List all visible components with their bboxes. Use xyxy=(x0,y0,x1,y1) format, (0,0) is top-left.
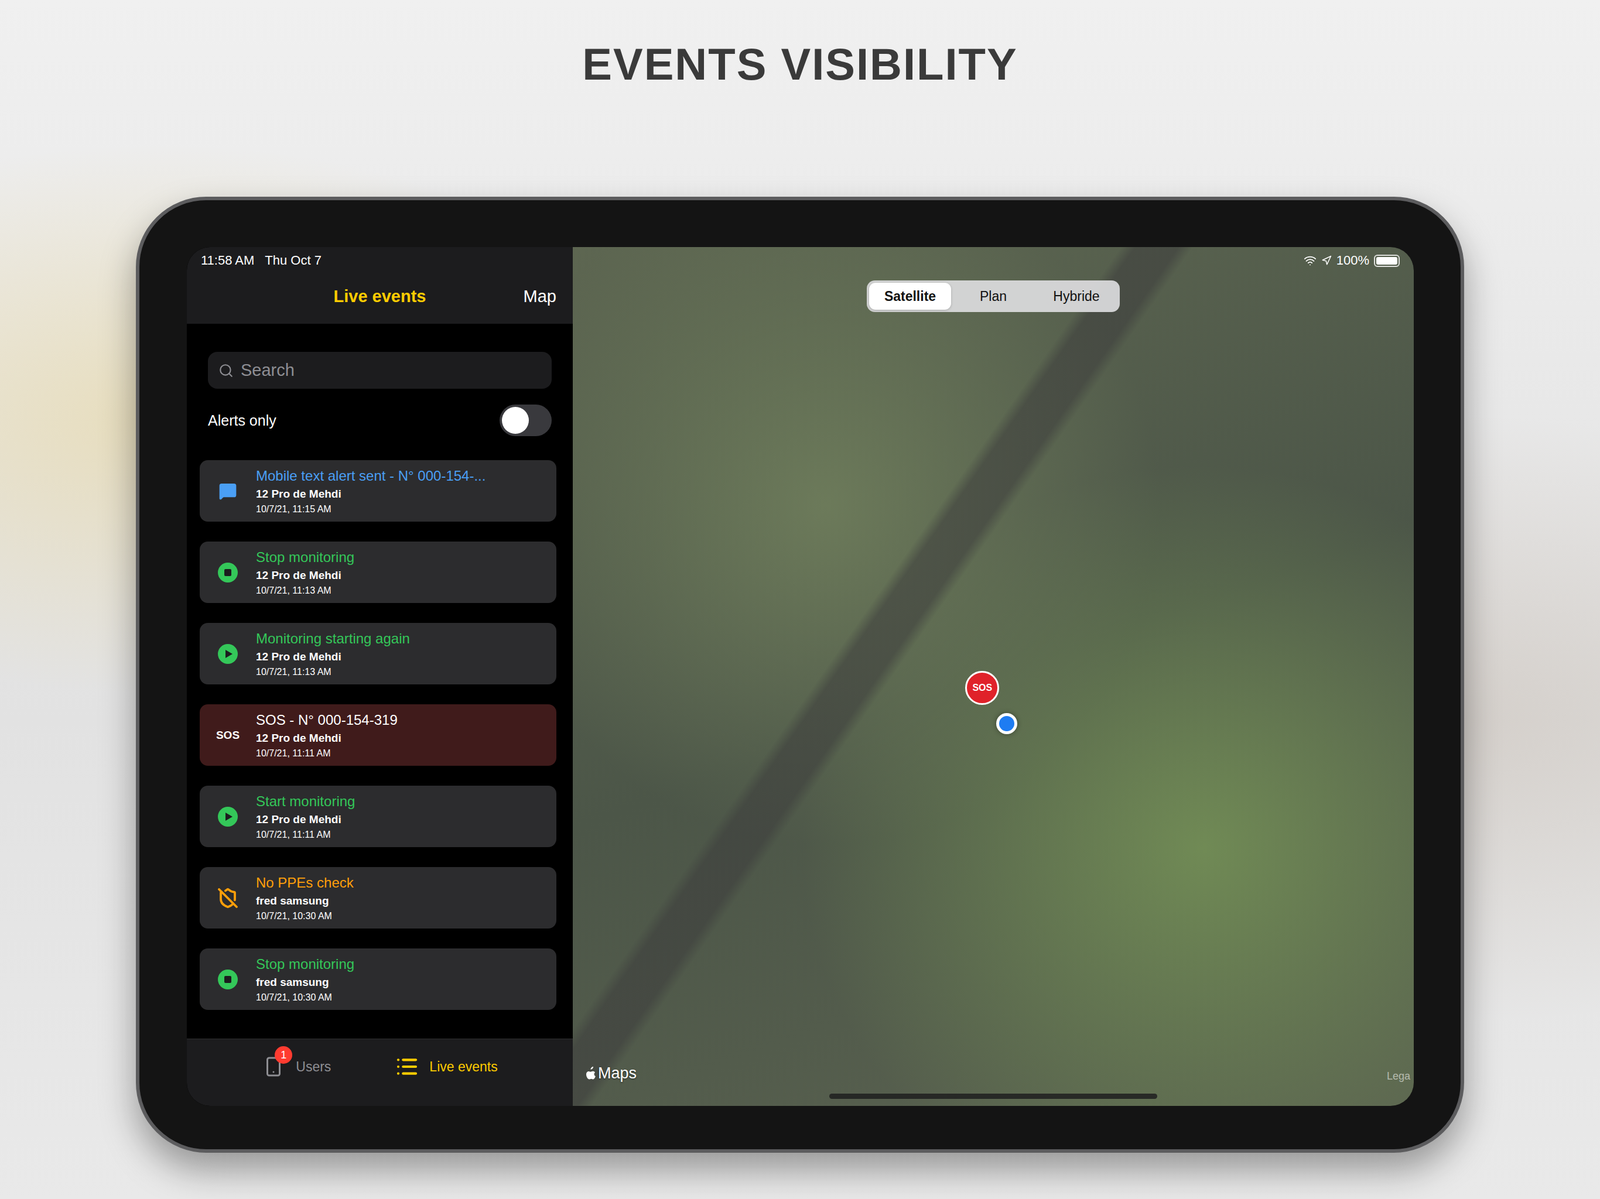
event-time: 10/7/21, 11:13 AM xyxy=(255,667,550,678)
search-section: Search Alerts only xyxy=(186,323,573,439)
event-icon-cell xyxy=(199,562,256,584)
tab-bar: 1UsersLive events xyxy=(186,1038,573,1107)
filter-row: Alerts only xyxy=(207,402,552,439)
maps-logo: Maps xyxy=(584,1064,637,1083)
event-user: 12 Pro de Mehdi xyxy=(255,569,550,583)
tab-icon-wrap xyxy=(395,1054,419,1080)
map-type-segment[interactable]: Hybride xyxy=(1035,282,1118,310)
event-time: 10/7/21, 10:30 AM xyxy=(255,911,550,922)
home-indicator xyxy=(829,1093,1158,1100)
wifi-icon xyxy=(1303,254,1317,268)
ppe-off-icon xyxy=(217,887,239,909)
status-time: 11:58 AM xyxy=(200,253,255,270)
event-card[interactable]: Monitoring starting again 12 Pro de Mehdi… xyxy=(199,623,557,685)
event-time: 10/7/21, 11:15 AM xyxy=(255,504,550,515)
event-body: Stop monitoring fred samsung 10/7/21, 10:3… xyxy=(255,956,550,1004)
search-icon xyxy=(218,363,234,379)
message-icon xyxy=(218,481,238,501)
tab-item[interactable]: Live events xyxy=(395,1054,498,1080)
event-icon-cell xyxy=(199,887,256,909)
event-list: Mobile text alert sent - N° 000-154-... 1… xyxy=(186,438,573,1039)
event-card[interactable]: Start monitoring 12 Pro de Mehdi 10/7/21, … xyxy=(199,785,557,848)
map-button[interactable]: Map xyxy=(523,286,557,307)
event-card[interactable]: SOS SOS - N° 000-154-319 12 Pro de Mehdi 10… xyxy=(199,704,557,767)
event-body: Monitoring starting again 12 Pro de Mehdi… xyxy=(255,630,550,678)
event-title: Monitoring starting again xyxy=(255,630,550,648)
event-user: 12 Pro de Mehdi xyxy=(255,732,550,745)
event-icon-cell xyxy=(199,969,256,991)
event-title: Stop monitoring xyxy=(255,956,550,973)
event-title: Start monitoring xyxy=(255,793,550,810)
search-placeholder: Search xyxy=(240,360,295,381)
event-time: 10/7/21, 11:11 AM xyxy=(255,748,550,760)
battery-text: 100% xyxy=(1336,253,1370,269)
event-card[interactable]: No PPEs check fred samsung 10/7/21, 10:30 … xyxy=(199,867,557,929)
event-card[interactable]: Mobile text alert sent - N° 000-154-... 1… xyxy=(199,460,557,522)
top-bar: 11:58 AM Thu Oct 7 Live events Map xyxy=(186,247,573,324)
event-title: No PPEs check xyxy=(255,874,550,892)
map-status-bar: 100% xyxy=(1303,253,1400,269)
event-card[interactable]: Stop monitoring fred samsung 10/7/21, 10:3… xyxy=(199,948,557,1011)
tab-label: Users xyxy=(295,1059,331,1076)
location-dot xyxy=(996,713,1018,735)
status-date: Thu Oct 7 xyxy=(264,253,322,270)
event-title: Mobile text alert sent - N° 000-154-... xyxy=(255,467,550,485)
event-body: SOS - N° 000-154-319 12 Pro de Mehdi 10/7/… xyxy=(255,712,550,760)
tablet-frame: 11:58 AM Thu Oct 7 Live events Map Search Ale… xyxy=(135,196,1465,1154)
map-type-segment[interactable]: Satellite xyxy=(869,282,952,310)
event-user: 12 Pro de Mehdi xyxy=(255,813,550,827)
event-user: fred samsung xyxy=(255,894,550,908)
map-type-control: SatellitePlanHybride xyxy=(866,280,1120,313)
event-user: 12 Pro de Mehdi xyxy=(255,650,550,664)
tab-item[interactable]: 1 Users xyxy=(261,1054,331,1080)
tab-label: Live events xyxy=(429,1059,498,1076)
apple-icon xyxy=(584,1067,597,1082)
toggle-knob xyxy=(501,407,529,434)
event-time: 10/7/21, 11:13 AM xyxy=(255,585,550,597)
tab-badge: 1 xyxy=(274,1046,293,1065)
maps-label: Maps xyxy=(597,1064,637,1083)
event-time: 10/7/21, 10:30 AM xyxy=(255,992,550,1004)
event-user: fred samsung xyxy=(255,976,550,990)
event-title: SOS - N° 000-154-319 xyxy=(255,712,550,729)
tab-icon-wrap: 1 xyxy=(261,1054,286,1080)
list-icon xyxy=(395,1055,419,1079)
event-body: Start monitoring 12 Pro de Mehdi 10/7/21, … xyxy=(255,793,550,841)
event-icon-cell xyxy=(199,481,256,501)
map-type-segment[interactable]: Plan xyxy=(952,282,1035,310)
filter-label: Alerts only xyxy=(207,412,277,430)
stop-icon xyxy=(217,562,239,584)
event-card[interactable]: Stop monitoring 12 Pro de Mehdi 10/7/21, 1… xyxy=(199,541,557,604)
event-title: Stop monitoring xyxy=(255,549,550,566)
event-icon-cell xyxy=(199,643,256,665)
status-bar: 11:58 AM Thu Oct 7 xyxy=(186,247,573,270)
battery-icon xyxy=(1373,254,1400,268)
event-body: Stop monitoring 12 Pro de Mehdi 10/7/21, 1… xyxy=(255,549,550,597)
alerts-toggle[interactable] xyxy=(499,404,552,437)
event-user: 12 Pro de Mehdi xyxy=(255,487,550,501)
search-field[interactable]: Search xyxy=(207,351,552,389)
event-icon-cell: SOS xyxy=(199,729,256,743)
sidebar: 11:58 AM Thu Oct 7 Live events Map Search Ale… xyxy=(186,247,573,1107)
stop-icon xyxy=(217,969,239,991)
sos-label: SOS xyxy=(216,729,240,743)
page-heading: EVENTS VISIBILITY xyxy=(582,37,1018,91)
page: EVENTS VISIBILITY11:58 AMThu Oct 7Live e… xyxy=(0,0,1600,1199)
event-time: 10/7/21, 11:11 AM xyxy=(255,829,550,841)
nav-title: Live events xyxy=(333,286,427,307)
tablet-screen: 11:58 AM Thu Oct 7 Live events Map Search Ale… xyxy=(186,247,1414,1107)
event-icon-cell xyxy=(199,806,256,828)
event-body: Mobile text alert sent - N° 000-154-... 1… xyxy=(255,467,550,515)
nav-bar: Live events Map xyxy=(186,269,573,324)
event-body: No PPEs check fred samsung 10/7/21, 10:30 … xyxy=(255,874,550,922)
legal-link[interactable]: Lega xyxy=(1386,1070,1411,1083)
play-icon xyxy=(217,806,239,828)
location-arrow-icon xyxy=(1321,255,1332,266)
sos-pin[interactable]: SOS xyxy=(965,671,1000,706)
map-view[interactable]: SatellitePlanHybride 100% SOS Maps Lega xyxy=(572,247,1414,1107)
play-icon xyxy=(217,643,239,665)
